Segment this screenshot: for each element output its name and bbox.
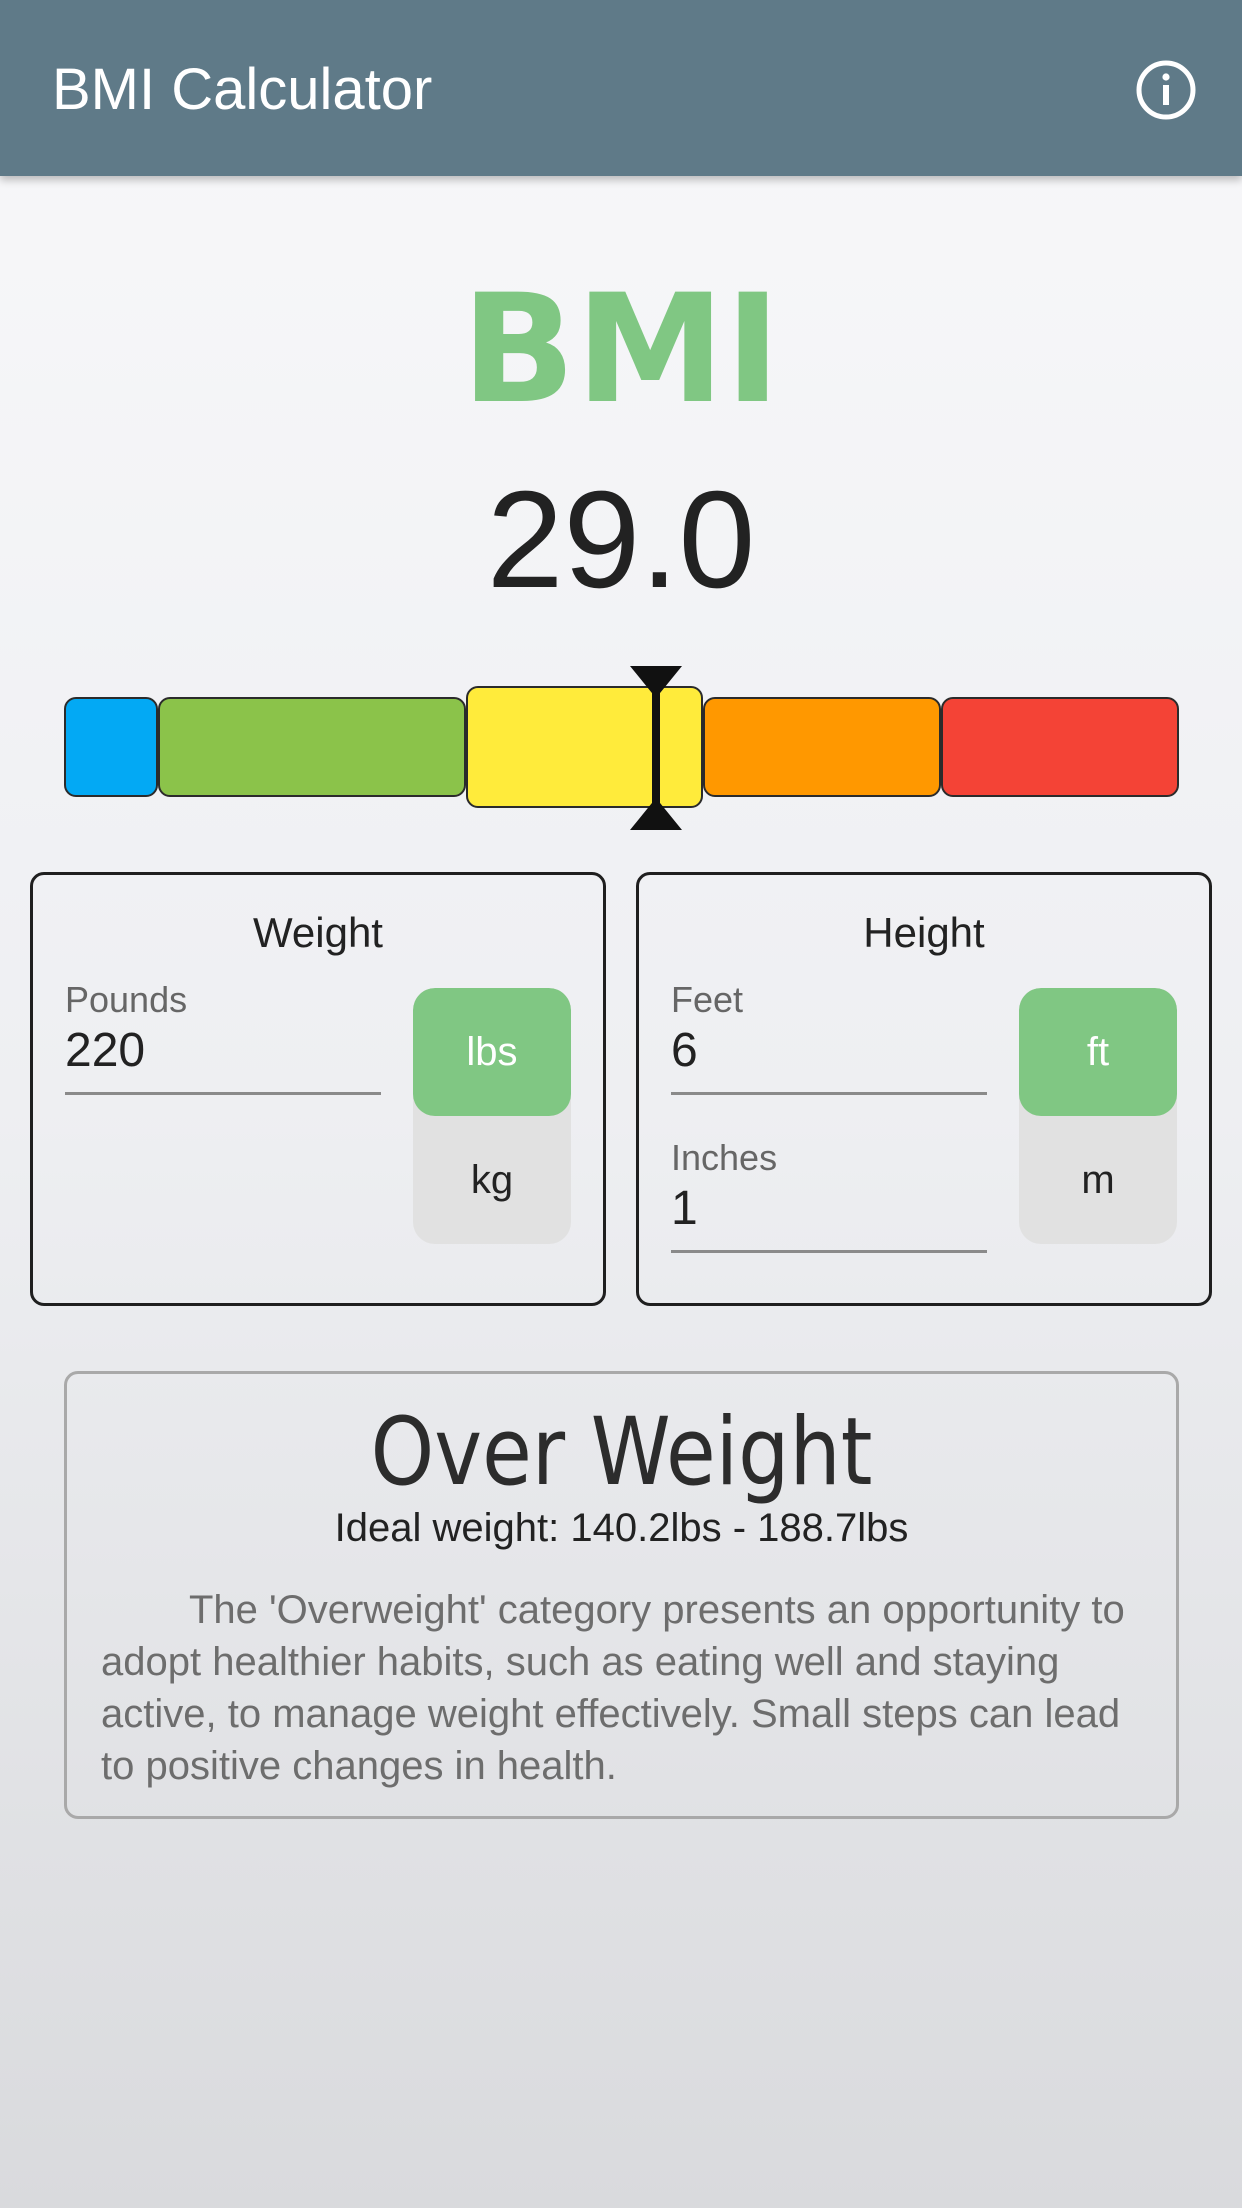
bmi-label: BMI — [461, 263, 781, 437]
scale-segment-obese — [703, 697, 941, 797]
ft-button[interactable]: ft — [1019, 988, 1177, 1116]
scale-segment-extremely-obese — [941, 697, 1179, 797]
weight-title: Weight — [253, 909, 383, 956]
weight-card: Weight Pounds lbs kg — [30, 872, 606, 1306]
scale-segment-normal — [158, 697, 466, 797]
app-bar: BMI Calculator — [0, 0, 1242, 176]
bmi-marker-icon — [626, 664, 686, 832]
category-title: Over Weight — [370, 1398, 873, 1507]
weight-unit-toggle: lbs kg — [413, 988, 571, 1244]
inches-input[interactable] — [671, 1181, 987, 1253]
height-card: Height Feet Inches ft m — [636, 872, 1212, 1306]
height-unit-toggle: ft m — [1019, 988, 1177, 1244]
lbs-button[interactable]: lbs — [413, 988, 571, 1116]
feet-input[interactable] — [671, 1023, 987, 1095]
feet-label: Feet — [671, 979, 744, 1020]
info-icon[interactable] — [1134, 58, 1198, 122]
kg-button[interactable]: kg — [413, 1116, 571, 1244]
height-title: Height — [863, 909, 985, 956]
result-card: Over Weight Ideal weight: 140.2lbs - 188… — [64, 1371, 1179, 1819]
pounds-label: Pounds — [65, 979, 188, 1020]
inches-label: Inches — [671, 1137, 778, 1178]
ideal-weight-text: Ideal weight: 140.2lbs - 188.7lbs — [334, 1506, 909, 1550]
pounds-input[interactable] — [65, 1023, 381, 1095]
app-title: BMI Calculator — [52, 57, 433, 122]
category-description: The 'Overweight' category presents an op… — [101, 1588, 1125, 1788]
scale-segment-underweight — [64, 697, 158, 797]
bmi-value: 29.0 — [486, 463, 756, 617]
m-button[interactable]: m — [1019, 1116, 1177, 1244]
